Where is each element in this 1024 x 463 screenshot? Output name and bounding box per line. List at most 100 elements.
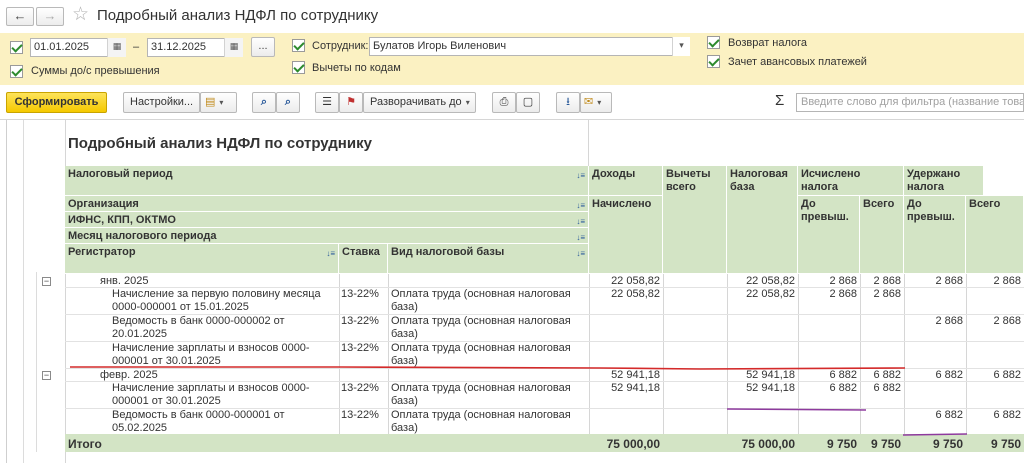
base-cell: 52 941,18	[746, 369, 795, 381]
calc-total-cell: 2 868	[873, 288, 901, 300]
header-calculated[interactable]: Исчислено налога	[798, 166, 904, 196]
base-kind-cell: Оплата труда (основная налоговая база)	[391, 382, 571, 407]
star-icon[interactable]: ☆	[72, 5, 89, 25]
group-button[interactable]: ☰	[315, 92, 339, 113]
calc-total-cell: 6 882	[873, 369, 901, 381]
sums-checkbox[interactable]	[10, 65, 23, 78]
refund-label: Возврат налога	[728, 37, 808, 49]
send-button[interactable]: ✉ ▾	[580, 92, 612, 113]
header-rate[interactable]: Ставка	[339, 244, 388, 274]
total-base: 75 000,00	[727, 437, 798, 451]
header-deductions[interactable]: Вычеты всего	[663, 166, 727, 274]
advance-label: Зачет авансовых платежей	[728, 56, 867, 68]
registrar-cell: Начисление зарплаты и взносов 0000-00000…	[112, 382, 310, 407]
ungroup-button[interactable]: ⚑	[339, 92, 363, 113]
calendar-icon[interactable]: ▦	[107, 38, 126, 57]
header-accrued[interactable]: Начислено	[589, 196, 663, 274]
printer-icon: ⎙	[499, 96, 509, 108]
preview-button[interactable]: ▢	[516, 92, 540, 113]
base-cell: 52 941,18	[746, 382, 795, 394]
find-next-button[interactable]: ⌕	[276, 92, 300, 113]
column-divider	[339, 274, 340, 434]
header-calc-total[interactable]: Всего	[860, 196, 904, 274]
sums-label: Суммы до/с превышения	[31, 65, 160, 77]
refund-checkbox[interactable]	[707, 36, 720, 49]
calc-before-cell: 6 882	[829, 382, 857, 394]
employee-field[interactable]: Булатов Игорь Виленович	[369, 37, 690, 56]
period-checkbox[interactable]	[10, 41, 23, 54]
arrow-left-icon: ←	[13, 8, 27, 23]
settings-button[interactable]: Настройки...	[123, 92, 200, 113]
rate-cell: 13-22%	[341, 382, 379, 394]
calc-before-cell: 2 868	[829, 288, 857, 300]
sort-icon: ↓≡	[576, 171, 585, 180]
header-tax-base[interactable]: Налоговая база	[727, 166, 798, 274]
calc-total-cell: 2 868	[873, 275, 901, 287]
header-month[interactable]: Месяц налогового периода ↓≡	[65, 228, 589, 244]
income-cell: 22 058,82	[611, 275, 660, 287]
flag-icon: ⚑	[346, 96, 356, 108]
list-icon: ☰	[322, 96, 332, 108]
with-total-cell: 6 882	[993, 409, 1021, 421]
total-income: 75 000,00	[589, 437, 663, 451]
chevron-down-icon[interactable]: ▾	[672, 37, 690, 56]
expand-button[interactable]: Разворачивать до ▾	[363, 92, 476, 113]
deductions-checkbox[interactable]	[292, 61, 305, 74]
deductions-label: Вычеты по кодам	[312, 62, 401, 74]
with-total-cell: 2 868	[993, 315, 1021, 327]
income-cell: 22 058,82	[611, 288, 660, 300]
header-with-before[interactable]: До превыш.	[904, 196, 966, 274]
period-select-button[interactable]: ...	[251, 37, 275, 57]
base-kind-cell: Оплата труда (основная налоговая база)	[391, 288, 571, 313]
total-with-before: 9 750	[904, 437, 966, 451]
collapse-icon[interactable]: −	[42, 371, 51, 380]
with-total-cell: 2 868	[993, 275, 1021, 287]
header-ifns[interactable]: ИФНС, КПП, ОКТМО ↓≡	[65, 212, 589, 228]
registrar-cell: Начисление зарплаты и взносов 0000-00000…	[112, 342, 310, 367]
header-income[interactable]: Доходы	[589, 166, 663, 196]
calendar-icon[interactable]: ▦	[224, 38, 243, 57]
forward-button[interactable]: →	[36, 7, 64, 26]
rate-cell: 13-22%	[341, 342, 379, 354]
back-button[interactable]: ←	[6, 7, 34, 26]
sort-icon: ↓≡	[576, 249, 585, 258]
month-group-label: февр. 2025	[100, 369, 158, 381]
search-next-icon: ⌕	[284, 96, 292, 108]
rate-cell: 13-22%	[341, 288, 379, 300]
filter-input[interactable]: Введите слово для фильтра (название това…	[796, 93, 1024, 112]
header-withheld[interactable]: Удержано налога	[904, 166, 984, 196]
total-with-total: 9 750	[966, 437, 1024, 451]
header-with-total[interactable]: Всего	[966, 196, 1024, 274]
column-divider	[388, 274, 389, 434]
find-button[interactable]: ⌕	[252, 92, 276, 113]
header-base-kind[interactable]: Вид налоговой базы ↓≡	[388, 244, 589, 274]
column-divider	[663, 274, 664, 434]
with-before-cell: 2 868	[935, 275, 963, 287]
with-before-cell: 2 868	[935, 315, 963, 327]
print-button[interactable]: ⎙	[492, 92, 516, 113]
envelope-icon: ✉	[584, 96, 594, 108]
base-kind-cell: Оплата труда (основная налоговая база)	[391, 342, 571, 367]
base-cell: 22 058,82	[746, 275, 795, 287]
header-calc-before[interactable]: До превыш.	[798, 196, 860, 274]
generate-button[interactable]: Сформировать	[6, 92, 107, 113]
total-calc-before: 9 750	[798, 437, 860, 451]
header-tax-period[interactable]: Налоговый период ↓≡	[65, 166, 589, 196]
calc-total-cell: 6 882	[873, 382, 901, 394]
window-title: Подробный анализ НДФЛ по сотруднику	[97, 7, 379, 24]
sort-icon: ↓≡	[326, 249, 335, 258]
header-organization[interactable]: Организация ↓≡	[65, 196, 589, 212]
save-button[interactable]: ⭳	[556, 92, 580, 113]
total-label: Итого	[68, 437, 102, 451]
registrar-cell: Ведомость в банк 0000-000002 от 20.01.20…	[112, 315, 285, 340]
sum-icon[interactable]: Σ	[775, 92, 784, 109]
advance-checkbox[interactable]	[707, 55, 720, 68]
sort-icon: ↓≡	[576, 233, 585, 242]
collapse-icon[interactable]: −	[42, 277, 51, 286]
rate-cell: 13-22%	[341, 409, 379, 421]
rate-cell: 13-22%	[341, 315, 379, 327]
header-registrar[interactable]: Регистратор ↓≡	[65, 244, 339, 274]
employee-checkbox[interactable]	[292, 39, 305, 52]
registrar-cell: Ведомость в банк 0000-000001 от 05.02.20…	[112, 409, 285, 434]
variants-button[interactable]: ▤ ▾	[200, 92, 237, 113]
